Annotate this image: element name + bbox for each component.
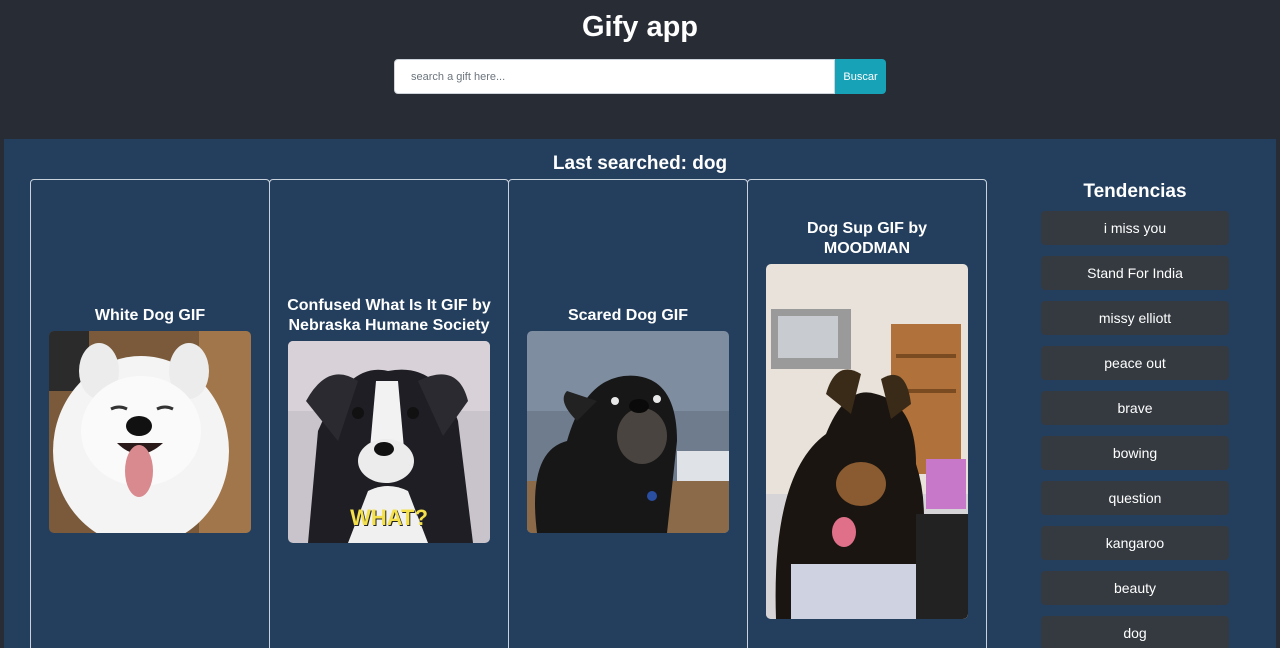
gif-title: Confused What Is It GIF by Nebraska Huma… <box>287 296 491 334</box>
trend-item[interactable]: peace out <box>1041 346 1229 380</box>
gif-image-puppy[interactable] <box>766 264 968 619</box>
header: Gify app Buscar <box>0 0 1280 138</box>
app-title: Gify app <box>581 11 698 43</box>
trend-item[interactable]: bowing <box>1041 436 1229 470</box>
search-form: Buscar <box>394 59 886 94</box>
main-content: Last searched: dog White Dog GIF Confuse… <box>4 139 1276 648</box>
gif-title: White Dog GIF <box>94 306 206 324</box>
trend-item[interactable]: kangaroo <box>1041 526 1229 560</box>
trending-sidebar: Tendencias i miss you Stand For India mi… <box>1041 179 1229 648</box>
gif-grid: White Dog GIF Confused What Is It GIF by… <box>30 179 987 648</box>
gif-card[interactable]: Confused What Is It GIF by Nebraska Huma… <box>269 179 509 648</box>
search-input[interactable] <box>394 59 835 94</box>
gif-image-confused-dog[interactable]: WHAT? <box>288 340 490 543</box>
last-searched-heading: Last searched: dog <box>552 153 728 174</box>
trend-item[interactable]: dog <box>1041 616 1229 648</box>
trend-item[interactable]: missy elliott <box>1041 301 1229 335</box>
gif-card[interactable]: Scared Dog GIF <box>508 179 748 648</box>
search-button[interactable]: Buscar <box>835 59 886 94</box>
gif-title: Scared Dog GIF <box>567 306 689 324</box>
trend-item[interactable]: i miss you <box>1041 211 1229 245</box>
trend-item[interactable]: Stand For India <box>1041 256 1229 290</box>
gif-card[interactable]: White Dog GIF <box>30 179 270 648</box>
gif-title: Dog Sup GIF by MOODMAN <box>807 220 927 257</box>
gif-caption-text: WHAT? <box>350 504 428 530</box>
trend-item[interactable]: beauty <box>1041 571 1229 605</box>
trend-item[interactable]: question <box>1041 481 1229 515</box>
gif-image-white-dog[interactable] <box>49 330 251 533</box>
gif-card[interactable]: Dog Sup GIF by MOODMAN <box>747 179 987 648</box>
trend-item[interactable]: brave <box>1041 391 1229 425</box>
gif-image-scared-dog[interactable] <box>527 330 729 533</box>
trending-title: Tendencias <box>1083 181 1187 202</box>
